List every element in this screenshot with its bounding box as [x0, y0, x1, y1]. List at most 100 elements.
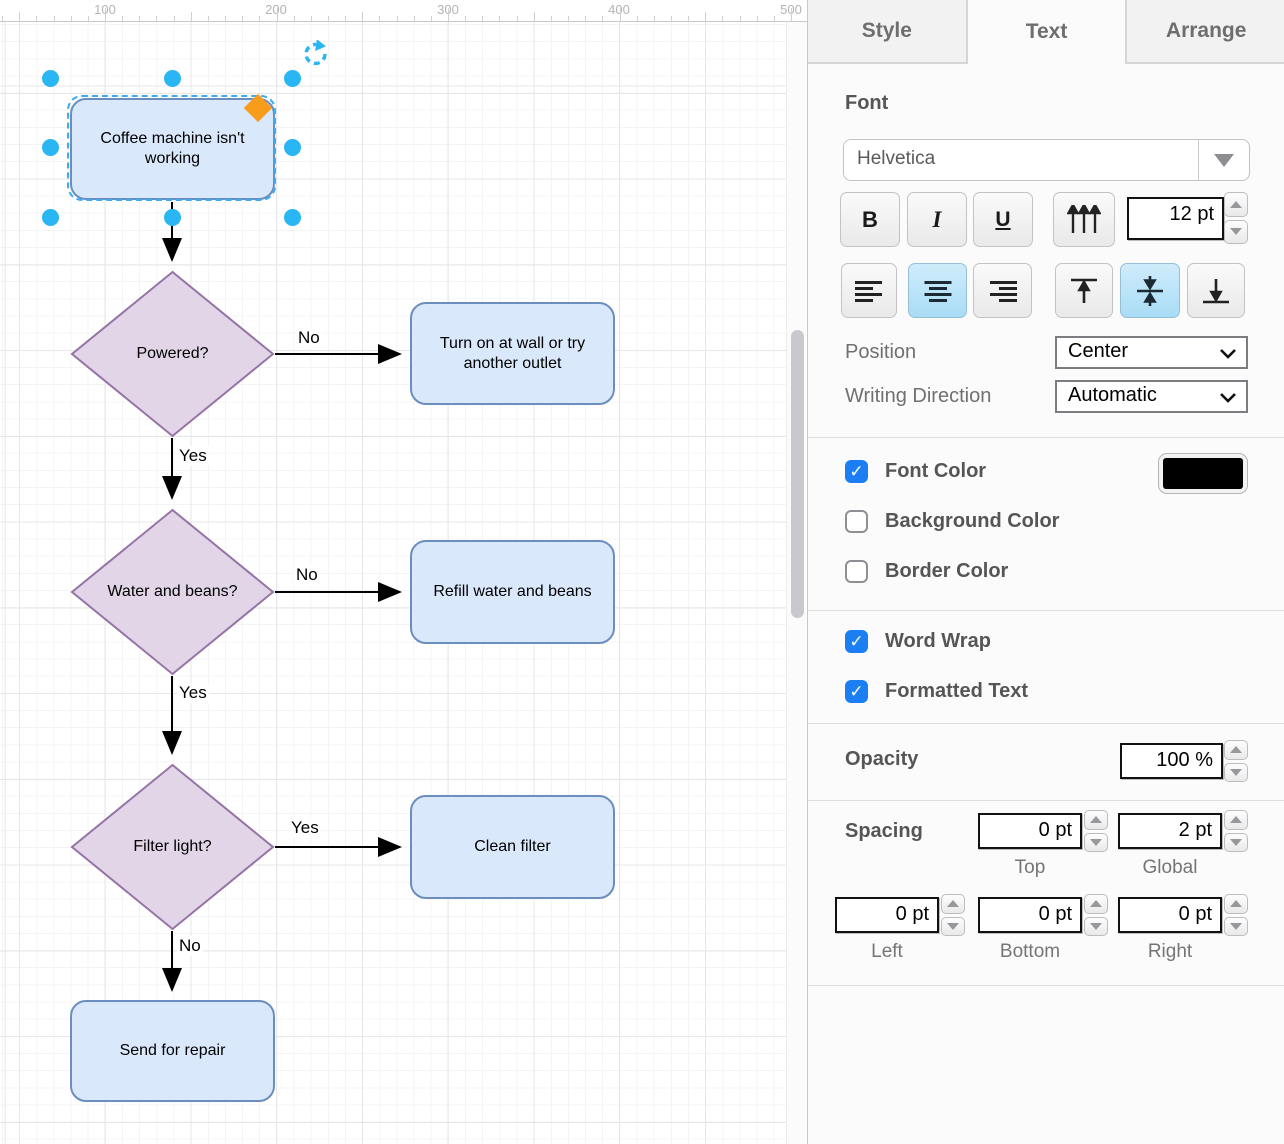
- word-wrap-checkbox[interactable]: ✓: [845, 630, 868, 653]
- stepper-down-icon[interactable]: [1224, 833, 1248, 853]
- node-label: Refill water and beans: [433, 582, 591, 602]
- resize-handle-e[interactable]: [284, 139, 301, 156]
- node-send-for-repair[interactable]: Send for repair: [70, 1000, 275, 1102]
- stepper-down-icon[interactable]: [1224, 917, 1248, 937]
- tab-text[interactable]: Text: [966, 0, 1128, 64]
- valign-bottom-icon: [1202, 278, 1230, 304]
- node-filter-light-decision[interactable]: Filter light?: [70, 763, 275, 931]
- border-color-checkbox[interactable]: [845, 560, 868, 583]
- background-color-checkbox[interactable]: [845, 510, 868, 533]
- resize-handle-s[interactable]: [164, 209, 181, 226]
- node-powered-decision[interactable]: Powered?: [70, 270, 275, 438]
- format-panel: Style Text Arrange Font Helvetica B I U …: [807, 0, 1284, 1144]
- writing-direction-label: Writing Direction: [845, 385, 991, 408]
- spacing-left-stepper[interactable]: [941, 894, 965, 936]
- resize-handle-se[interactable]: [284, 209, 301, 226]
- align-right-icon: [989, 280, 1017, 302]
- resize-handle-w[interactable]: [42, 139, 59, 156]
- stepper-up-icon[interactable]: [1084, 810, 1108, 830]
- node-refill-water-beans[interactable]: Refill water and beans: [410, 540, 615, 644]
- spacing-global-input[interactable]: 2 pt: [1118, 813, 1222, 849]
- dropdown-arrow-icon: [1214, 154, 1234, 167]
- spacing-top-label: Top: [978, 857, 1082, 879]
- writing-direction-value: Automatic: [1068, 384, 1157, 406]
- spacing-bottom-input[interactable]: 0 pt: [978, 897, 1082, 933]
- edge-label-yes[interactable]: Yes: [177, 446, 209, 466]
- font-size-input[interactable]: 12 pt: [1127, 197, 1224, 240]
- stepper-down-icon[interactable]: [1224, 220, 1248, 245]
- stepper-down-icon[interactable]: [1224, 763, 1248, 783]
- rotate-icon[interactable]: [302, 40, 330, 68]
- font-size-stepper[interactable]: [1224, 192, 1248, 244]
- spacing-bottom-stepper[interactable]: [1084, 894, 1108, 936]
- spacing-global-stepper[interactable]: [1224, 810, 1248, 852]
- tab-style[interactable]: Style: [808, 0, 966, 64]
- align-left-button[interactable]: [841, 263, 897, 318]
- bold-button[interactable]: B: [840, 192, 900, 247]
- section-divider: [808, 610, 1284, 611]
- spacing-left-input[interactable]: 0 pt: [835, 897, 939, 933]
- section-divider: [808, 723, 1284, 724]
- node-label: Clean filter: [474, 837, 550, 857]
- writing-direction-select[interactable]: Automatic: [1055, 380, 1248, 413]
- valign-bottom-button[interactable]: [1187, 263, 1245, 318]
- resize-handle-sw[interactable]: [42, 209, 59, 226]
- position-label: Position: [845, 341, 916, 364]
- node-water-beans-decision[interactable]: Water and beans?: [70, 508, 275, 676]
- spacing-label: Spacing: [845, 820, 923, 843]
- valign-middle-button[interactable]: [1120, 263, 1180, 318]
- format-tabs: Style Text Arrange: [808, 0, 1284, 64]
- italic-button[interactable]: I: [907, 192, 967, 247]
- font-section-heading: Font: [845, 92, 888, 115]
- stepper-up-icon[interactable]: [1224, 810, 1248, 830]
- border-color-label: Border Color: [885, 560, 1008, 583]
- font-color-label: Font Color: [885, 460, 986, 483]
- canvas[interactable]: 100 200 300 400 500: [0, 0, 807, 1144]
- align-center-button[interactable]: [908, 263, 967, 318]
- edge-label-no[interactable]: No: [296, 328, 322, 348]
- font-color-swatch[interactable]: [1158, 453, 1248, 494]
- node-turn-on-at-wall[interactable]: Turn on at wall or try another outlet: [410, 302, 615, 405]
- opacity-stepper[interactable]: [1224, 740, 1248, 782]
- align-right-button[interactable]: [973, 263, 1032, 318]
- stepper-up-icon[interactable]: [1224, 894, 1248, 914]
- stepper-up-icon[interactable]: [1224, 192, 1248, 217]
- stepper-up-icon[interactable]: [941, 894, 965, 914]
- edge-label-yes[interactable]: Yes: [177, 683, 209, 703]
- stepper-down-icon[interactable]: [1084, 917, 1108, 937]
- edge-label-no[interactable]: No: [177, 936, 203, 956]
- resize-handle-ne[interactable]: [284, 70, 301, 87]
- spacing-global-label: Global: [1118, 857, 1222, 879]
- position-select[interactable]: Center: [1055, 336, 1248, 369]
- opacity-input[interactable]: 100 %: [1120, 743, 1223, 779]
- section-divider: [808, 800, 1284, 801]
- stepper-up-icon[interactable]: [1224, 740, 1248, 760]
- valign-top-button[interactable]: [1055, 263, 1113, 318]
- vertical-arrows-icon: [1067, 205, 1101, 235]
- color-swatch-black: [1163, 458, 1243, 489]
- font-select-divider: [1198, 140, 1199, 180]
- spacing-right-stepper[interactable]: [1224, 894, 1248, 936]
- resize-handle-n[interactable]: [164, 70, 181, 87]
- tab-arrange[interactable]: Arrange: [1127, 0, 1284, 64]
- edge-label-no[interactable]: No: [294, 565, 320, 585]
- resize-handle-nw[interactable]: [42, 70, 59, 87]
- font-color-checkbox[interactable]: ✓: [845, 460, 868, 483]
- spacing-top-stepper[interactable]: [1084, 810, 1108, 852]
- formatted-text-label: Formatted Text: [885, 680, 1028, 703]
- section-divider: [808, 985, 1284, 986]
- spacing-right-input[interactable]: 0 pt: [1118, 897, 1222, 933]
- font-family-select[interactable]: Helvetica: [843, 139, 1250, 181]
- drawio-window: 100 200 300 400 500: [0, 0, 1284, 1144]
- chevron-down-icon: [1219, 348, 1237, 359]
- edge-label-yes[interactable]: Yes: [289, 818, 321, 838]
- stepper-down-icon[interactable]: [941, 917, 965, 937]
- stepper-up-icon[interactable]: [1084, 894, 1108, 914]
- vertical-text-button[interactable]: [1053, 192, 1115, 247]
- underline-button[interactable]: U: [973, 192, 1033, 247]
- node-clean-filter[interactable]: Clean filter: [410, 795, 615, 899]
- stepper-down-icon[interactable]: [1084, 833, 1108, 853]
- spacing-top-input[interactable]: 0 pt: [978, 813, 1082, 849]
- formatted-text-checkbox[interactable]: ✓: [845, 680, 868, 703]
- word-wrap-label: Word Wrap: [885, 630, 991, 653]
